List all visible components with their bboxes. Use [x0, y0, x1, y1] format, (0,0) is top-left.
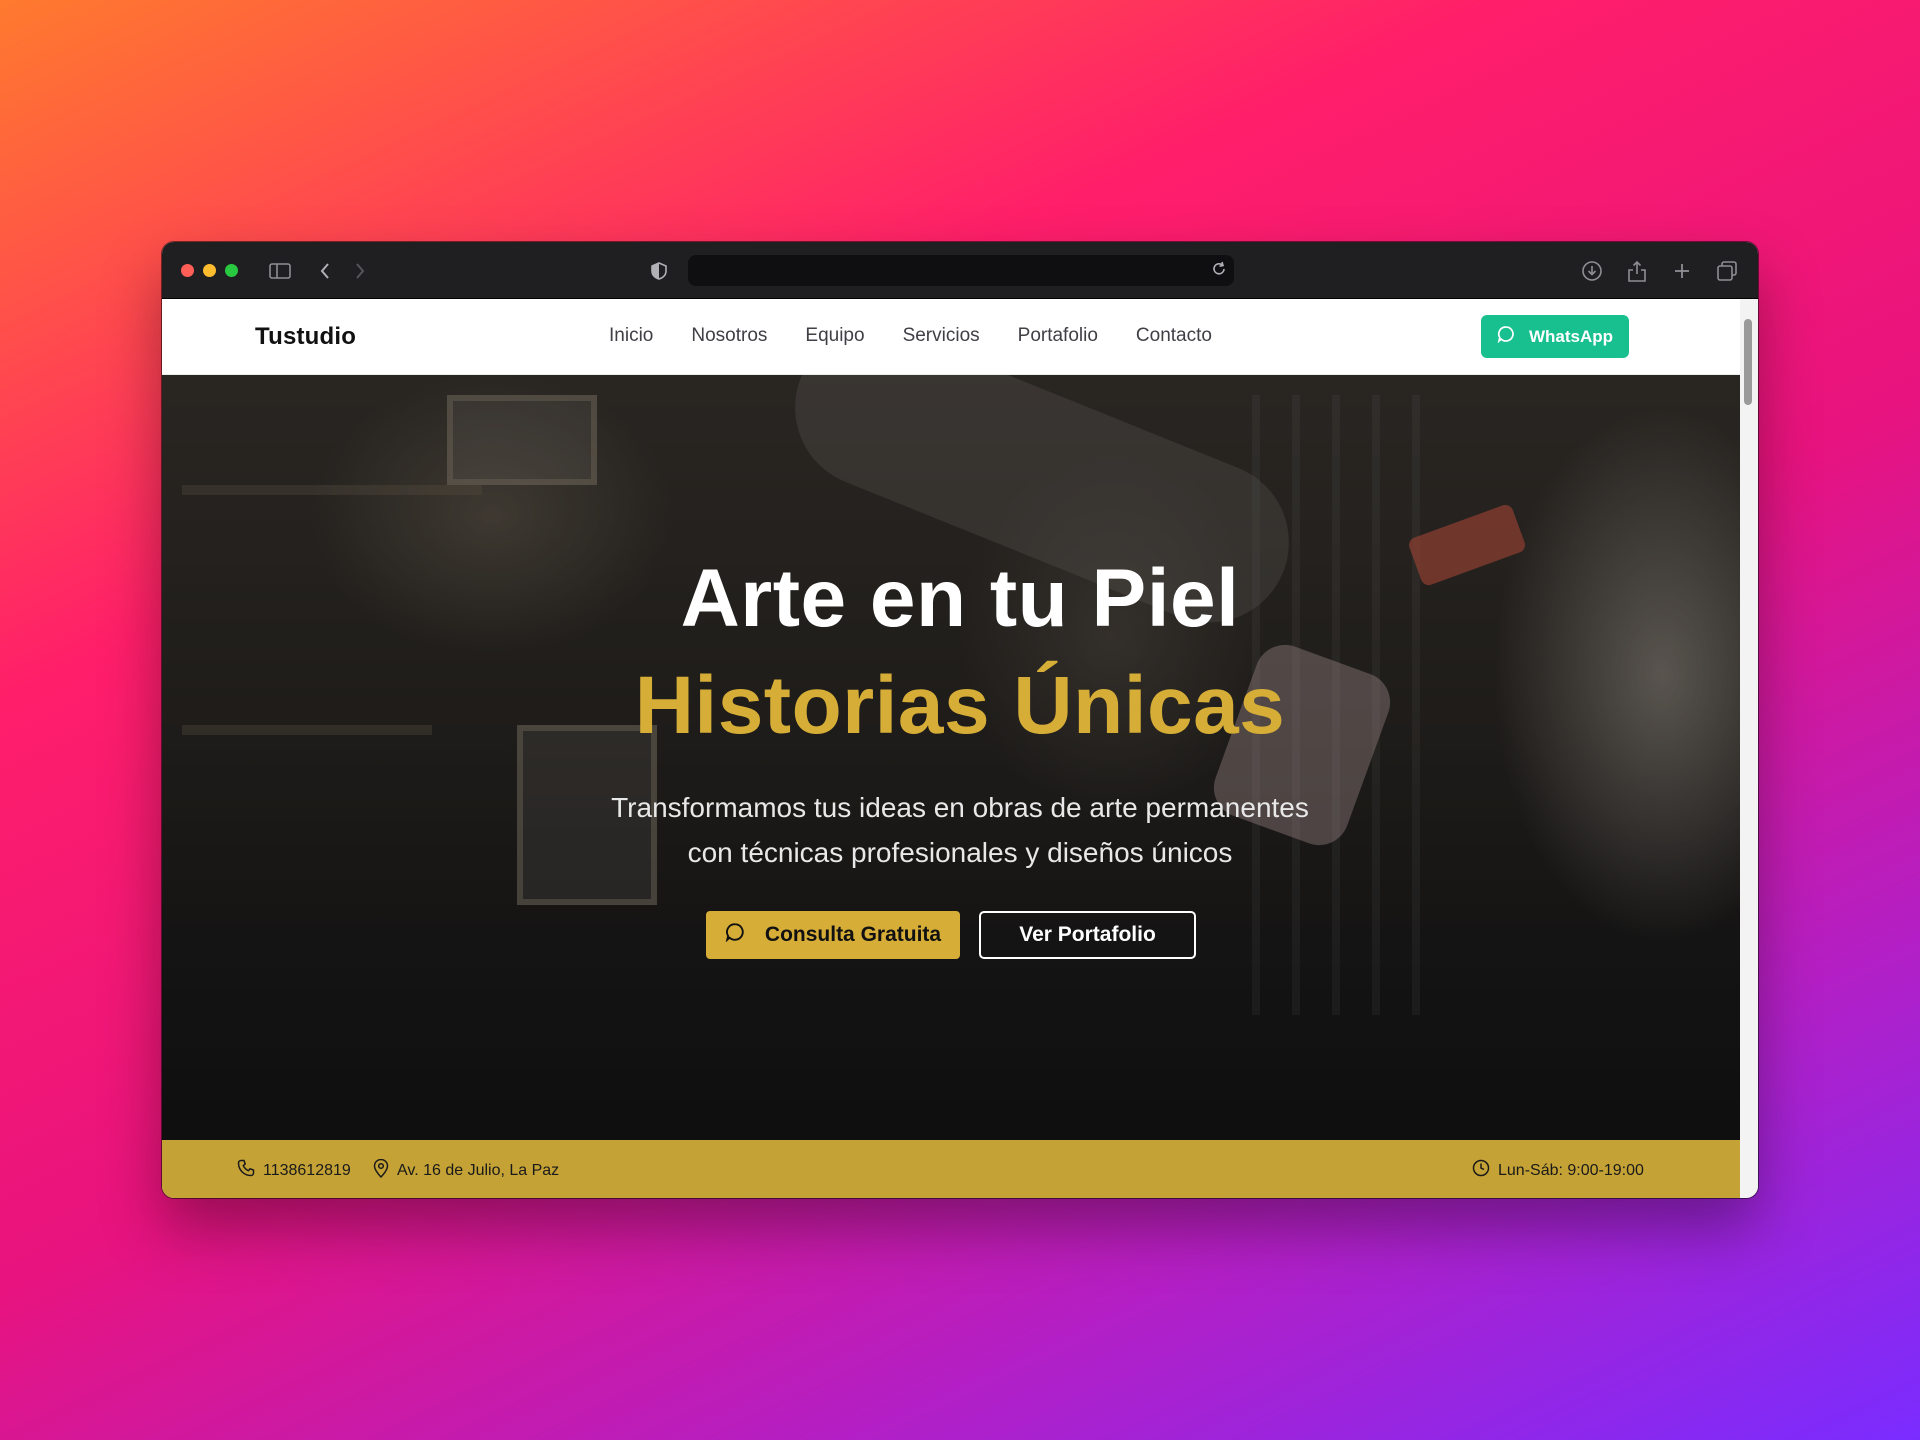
hero-overlay [162, 375, 1740, 1140]
plus-icon[interactable] [1669, 258, 1695, 284]
nav-link-contacto[interactable]: Contacto [1136, 325, 1212, 347]
hero-subtitle-line-2: con técnicas profesionales y diseños úni… [687, 837, 1233, 868]
share-icon[interactable] [1624, 258, 1650, 284]
download-icon[interactable] [1579, 258, 1605, 284]
reload-icon[interactable] [1210, 260, 1228, 283]
phone-info[interactable]: 1138612819 [237, 1159, 351, 1182]
free-consultation-label: Consulta Gratuita [764, 923, 942, 946]
browser-window: Tustudio Inicio Nosotros Equipo Servicio… [162, 242, 1758, 1198]
address-info: Av. 16 de Julio, La Paz [373, 1158, 560, 1183]
view-portfolio-button[interactable]: Ver Portafolio [979, 911, 1196, 959]
scrollbar-thumb[interactable] [1744, 319, 1752, 405]
site-logo[interactable]: Tustudio [255, 323, 356, 351]
shield-icon[interactable] [646, 258, 672, 284]
hero-title-line-1: Arte en tu Piel [680, 553, 1240, 644]
tabs-overview-icon[interactable] [1714, 258, 1740, 284]
phone-icon [237, 1159, 255, 1182]
hours-info: Lun-Sáb: 9:00-19:00 [1472, 1159, 1644, 1182]
whatsapp-button-label: WhatsApp [1528, 326, 1614, 346]
address-bar[interactable] [688, 255, 1234, 286]
phone-number: 1138612819 [263, 1161, 351, 1179]
nav-link-inicio[interactable]: Inicio [609, 325, 653, 347]
page-scrollbar[interactable] [1740, 299, 1758, 1198]
hero-subtitle-line-1: Transformamos tus ideas en obras de arte… [611, 792, 1309, 823]
address-text: Av. 16 de Julio, La Paz [397, 1162, 560, 1179]
main-nav: Inicio Nosotros Equipo Servicios Portafo… [609, 325, 1250, 347]
hero-title-line-2: Historias Únicas [634, 660, 1286, 751]
chevron-right-icon[interactable] [347, 258, 373, 284]
hero-subtitle: Transformamos tus ideas en obras de arte… [162, 785, 1758, 875]
nav-link-nosotros[interactable]: Nosotros [691, 325, 767, 347]
contact-info-bar: 1138612819 Av. 16 de Julio, La Paz Lun-S… [162, 1140, 1740, 1198]
nav-link-servicios[interactable]: Servicios [903, 325, 980, 347]
nav-link-portafolio[interactable]: Portafolio [1018, 325, 1098, 347]
site-header: Tustudio Inicio Nosotros Equipo Servicio… [162, 299, 1740, 375]
sidebar-toggle-icon[interactable] [267, 258, 293, 284]
hours-text: Lun-Sáb: 9:00-19:00 [1498, 1161, 1644, 1179]
zoom-window-button[interactable] [225, 264, 238, 277]
nav-link-equipo[interactable]: Equipo [805, 325, 864, 347]
browser-titlebar [162, 242, 1758, 299]
whatsapp-button[interactable]: WhatsApp [1481, 315, 1629, 358]
close-window-button[interactable] [181, 264, 194, 277]
chat-bubble-icon [725, 922, 745, 948]
free-consultation-button[interactable]: Consulta Gratuita [706, 911, 960, 959]
chevron-left-icon[interactable] [312, 258, 338, 284]
hero-section [162, 375, 1740, 1140]
clock-icon [1472, 1159, 1490, 1182]
minimize-window-button[interactable] [203, 264, 216, 277]
chat-bubble-icon [1497, 325, 1515, 348]
map-pin-icon [373, 1158, 389, 1183]
